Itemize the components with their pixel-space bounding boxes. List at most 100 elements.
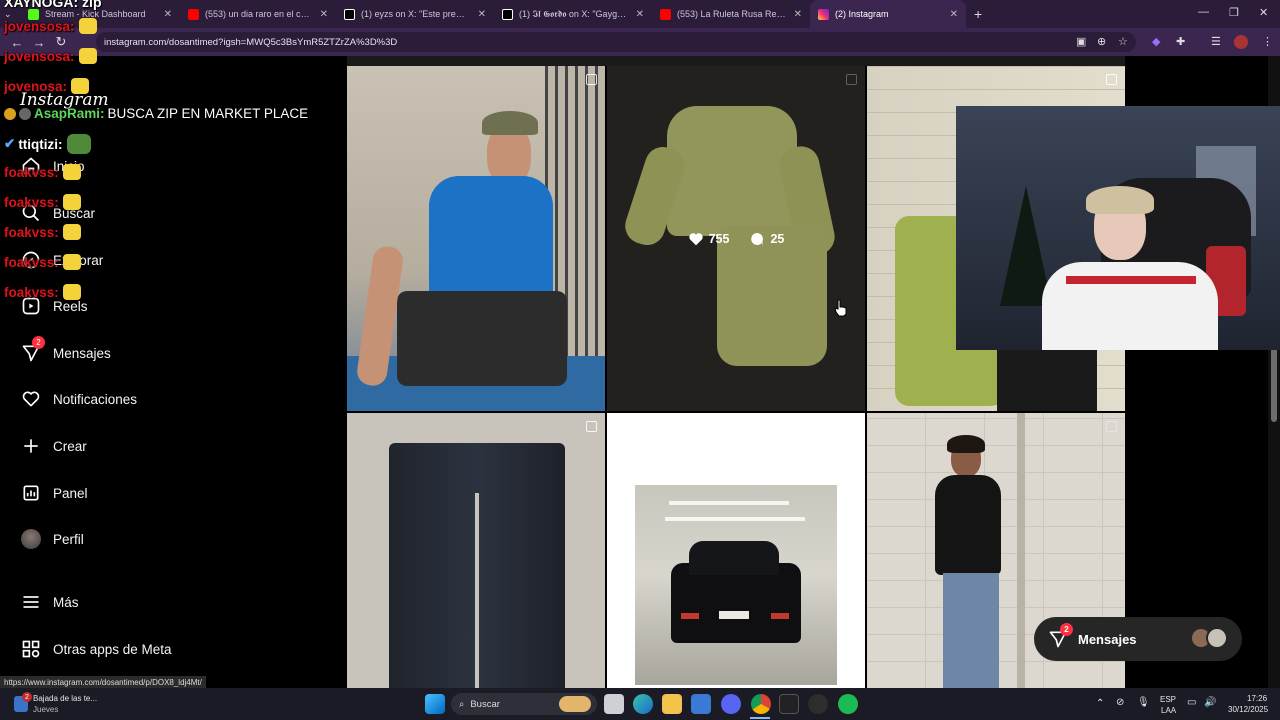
close-tab-icon[interactable]: ✕	[478, 9, 486, 20]
yellow-face-emote-icon	[62, 164, 81, 180]
webcam-overlay	[956, 106, 1280, 350]
post-tile[interactable]	[347, 413, 605, 688]
nav-item-notificaciones[interactable]: Notificaciones	[20, 385, 137, 413]
post-tile-hovered[interactable]: 755 25	[607, 66, 865, 411]
menu-kebab-icon[interactable]: ⋮	[1262, 35, 1273, 48]
comment-filled-icon	[751, 232, 764, 245]
carousel-icon	[1106, 74, 1117, 85]
messenger-icon: 2	[1048, 623, 1073, 649]
windows-taskbar: 2 Bajada de las te... Jueves ⌕ Buscar ⌃ …	[0, 688, 1280, 720]
chat-message: jovenosa:	[4, 78, 90, 94]
bookmark-star-icon[interactable]: ☆	[1118, 35, 1128, 48]
yellow-face-emote-icon	[78, 48, 97, 64]
chat-message: foakvss:	[4, 164, 81, 180]
post-tile[interactable]	[347, 66, 605, 411]
app-icon[interactable]	[808, 694, 828, 714]
chrome-icon[interactable]	[751, 694, 771, 714]
dashboard-icon	[20, 482, 42, 504]
store-icon[interactable]	[691, 694, 711, 714]
comments-count: 25	[749, 231, 784, 247]
chat-message: foakvss:	[4, 224, 81, 240]
badge-icon	[19, 107, 31, 120]
instagram-favicon-icon	[818, 8, 829, 20]
likes-count: 755	[688, 232, 729, 246]
yellow-face-emote-icon	[62, 224, 81, 240]
stream-chat-overlay: XAYNOGA: zip jovensosa: jovensosa: joven…	[0, 0, 340, 320]
restore-icon[interactable]: ❐	[1229, 6, 1239, 19]
messages-pill-badge: 2	[1060, 623, 1073, 636]
close-tab-icon[interactable]: ✕	[794, 9, 802, 20]
tray-app-icon[interactable]: ⊘	[1116, 697, 1124, 708]
plus-icon	[20, 435, 42, 457]
search-highlight-icon	[559, 696, 591, 712]
edge-icon[interactable]	[633, 694, 653, 714]
chat-message: XAYNOGA: zip	[4, 0, 102, 10]
messages-badge: 2	[32, 336, 45, 349]
active-app-indicator	[750, 717, 770, 719]
file-explorer-icon[interactable]	[662, 694, 682, 714]
browser-tab[interactable]: (1) eyzs on X: "Este premio es p ✕	[336, 0, 494, 28]
yellow-face-emote-icon	[62, 254, 81, 270]
tray-chevron-icon[interactable]: ⌃	[1096, 698, 1104, 709]
chat-message: AsapRami: BUSCA ZIP EN MARKET PLACE	[4, 106, 308, 121]
nav-item-otras-apps[interactable]: Otras apps de Meta	[20, 635, 172, 663]
notification-subtitle: Jueves	[33, 705, 59, 714]
avatar-icon	[20, 528, 42, 550]
post-hover-overlay: 755 25	[607, 66, 865, 411]
yellow-face-emote-icon	[62, 284, 81, 300]
sidebar-icon[interactable]: ☰	[1211, 35, 1221, 48]
messages-pill-button[interactable]: 2 Mensajes	[1034, 617, 1242, 661]
notification-title: Bajada de las te...	[33, 694, 98, 703]
heart-filled-icon	[688, 232, 703, 245]
network-icon[interactable]: ▭	[1187, 697, 1196, 708]
post-tile[interactable]	[607, 413, 865, 688]
hamburger-icon	[20, 591, 42, 613]
carousel-icon	[586, 74, 597, 85]
chat-message: jovensosa:	[4, 48, 97, 64]
hand-cursor-icon	[834, 299, 848, 317]
browser-tab[interactable]: (1) 𝕴𝖑 𝕲𝖔𝖗𝖉𝖔 on X: "Gayge C ✕	[494, 0, 652, 28]
chat-message: foakvss:	[4, 194, 81, 210]
windows-start-icon[interactable]	[425, 694, 445, 714]
close-tab-icon[interactable]: ✕	[636, 9, 644, 20]
extension-icon[interactable]: ◆	[1152, 35, 1160, 48]
avatar	[1206, 627, 1228, 649]
nav-item-panel[interactable]: Panel	[20, 479, 88, 507]
youtube-favicon-icon	[660, 8, 671, 20]
spotify-icon[interactable]	[838, 694, 858, 714]
zoom-icon[interactable]: ⊕	[1097, 35, 1106, 48]
yellow-face-emote-icon	[78, 18, 97, 34]
nav-item-crear[interactable]: Crear	[20, 432, 87, 460]
carousel-icon	[1106, 421, 1117, 432]
yellow-face-emote-icon	[71, 78, 90, 94]
badge-icon	[4, 107, 16, 120]
close-tab-icon[interactable]: ✕	[950, 9, 958, 20]
carousel-icon	[586, 421, 597, 432]
pepe-emote-icon	[66, 134, 91, 154]
chat-message: ✔ ttiqtizi:	[4, 134, 91, 154]
browser-tab-active[interactable]: (2) Instagram ✕	[810, 0, 966, 28]
taskbar-search-input[interactable]: ⌕ Buscar	[451, 693, 597, 715]
clock-date[interactable]: 30/12/2025	[1228, 705, 1268, 714]
obs-app-icon[interactable]	[779, 694, 799, 714]
new-tab-button[interactable]: +	[966, 0, 990, 28]
extensions-puzzle-icon[interactable]: ✚	[1176, 35, 1185, 48]
browser-tab[interactable]: (553) La Ruleta Rusa Real Que ✕	[652, 0, 810, 28]
close-window-icon[interactable]: ✕	[1259, 6, 1268, 19]
profile-avatar-icon[interactable]	[1234, 35, 1248, 49]
nav-item-mas[interactable]: Más	[20, 588, 79, 616]
volume-icon[interactable]: 🔊	[1204, 697, 1216, 708]
microphone-icon[interactable]: 🎙	[1137, 697, 1150, 708]
discord-icon[interactable]	[721, 694, 741, 714]
notification-badge: 2	[22, 692, 32, 702]
x-favicon-icon	[502, 8, 513, 20]
task-view-icon[interactable]	[604, 694, 624, 714]
nav-item-perfil[interactable]: Perfil	[20, 525, 84, 553]
language-indicator[interactable]: ESP	[1160, 695, 1176, 704]
scrollbar-thumb[interactable]	[1271, 348, 1277, 422]
clock-time[interactable]: 17:26	[1247, 694, 1267, 703]
install-app-icon[interactable]: ▣	[1076, 35, 1086, 48]
nav-item-mensajes[interactable]: 2 Mensajes	[20, 336, 111, 367]
minimize-icon[interactable]: —	[1198, 6, 1209, 18]
x-favicon-icon	[344, 8, 355, 20]
